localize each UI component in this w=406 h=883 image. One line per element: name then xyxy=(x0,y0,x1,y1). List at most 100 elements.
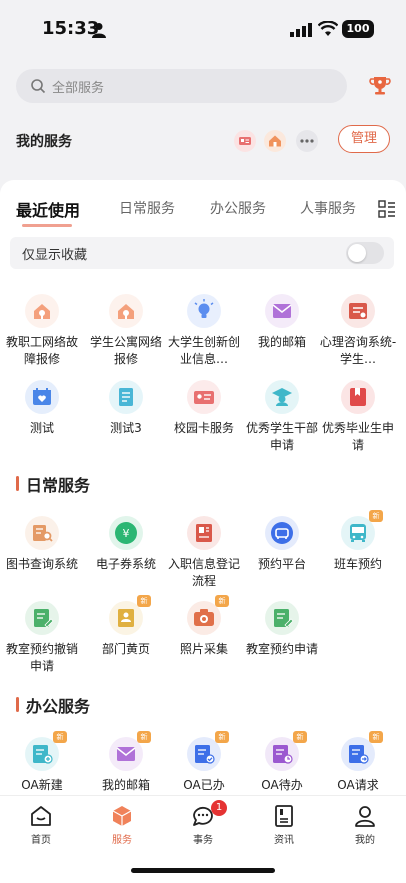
sofa-icon xyxy=(265,516,299,550)
service-item-label: 优秀学生干部申请 xyxy=(245,421,318,452)
service-item-label: 教职工网络故障报修 xyxy=(5,335,78,366)
book-icon xyxy=(341,380,375,414)
search-icon xyxy=(31,79,46,94)
tabbar-home[interactable]: 首页 xyxy=(11,804,71,846)
service-item-label: 图书查询系统 xyxy=(5,557,78,571)
service-item-label: 大学生创新创业信息… xyxy=(167,335,240,366)
trophy-icon[interactable] xyxy=(369,74,391,96)
service-item[interactable]: 我的邮箱 xyxy=(243,294,321,380)
new-badge: 新 xyxy=(369,510,383,522)
house-wrench-icon xyxy=(109,294,143,328)
tabbar-affairs[interactable]: 1 事务 xyxy=(173,800,233,846)
document-icon xyxy=(109,380,143,414)
service-item-label: 学生公寓网络报修 xyxy=(89,335,162,366)
service-item-label: 照片采集 xyxy=(179,642,228,656)
status-time: 15:33 xyxy=(42,18,100,39)
house-shortcut-icon[interactable] xyxy=(264,130,286,152)
service-item-label: 预约平台 xyxy=(257,557,306,571)
wifi-icon xyxy=(318,21,338,36)
graduate-icon xyxy=(265,380,299,414)
top-card: 全部服务 我的服务 管理 xyxy=(0,56,406,168)
service-item[interactable]: 新 OA请求 xyxy=(319,731,397,795)
favorites-filter-label: 仅显示收藏 xyxy=(22,248,88,263)
service-item-label: 测试 xyxy=(29,421,54,435)
search-placeholder: 全部服务 xyxy=(52,81,105,96)
service-item[interactable]: 新 OA新建 xyxy=(3,731,81,795)
house-wrench-icon xyxy=(25,294,59,328)
calendar-heart-icon xyxy=(25,380,59,414)
service-item[interactable]: 新 OA已办 xyxy=(165,731,243,795)
service-item[interactable]: 学生公寓网络报修 xyxy=(87,294,165,380)
service-item-label: 校园卡服务 xyxy=(173,421,234,435)
service-item[interactable]: 测试 xyxy=(3,380,81,466)
tab-recent[interactable]: 最近使用 xyxy=(16,197,80,221)
favorites-toggle[interactable] xyxy=(346,242,384,264)
svg-text:¥: ¥ xyxy=(123,527,130,540)
service-item-label: OA已办 xyxy=(183,778,225,792)
form-edit-icon xyxy=(265,601,299,635)
service-item[interactable]: 教室预约撤销申请 xyxy=(3,601,81,687)
person-icon xyxy=(92,23,106,38)
counseling-icon xyxy=(341,294,375,328)
tabbar-home-label: 首页 xyxy=(31,835,51,846)
manage-button[interactable]: 管理 xyxy=(338,125,390,153)
lightbulb-icon xyxy=(187,294,221,328)
tab-daily[interactable]: 日常服务 xyxy=(119,198,175,218)
coupon-icon: ¥ xyxy=(109,516,143,550)
service-item-label: 部门黄页 xyxy=(101,642,150,656)
service-item-label: 入职信息登记流程 xyxy=(167,557,240,588)
service-item[interactable]: 教职工网络故障报修 xyxy=(3,294,81,380)
service-item[interactable]: 新我的邮箱 xyxy=(87,731,165,795)
service-item[interactable]: 教室预约申请 xyxy=(243,601,321,687)
book-search-icon xyxy=(25,516,59,550)
service-item[interactable]: 新部门黄页 xyxy=(87,595,165,687)
tabbar-news-label: 资讯 xyxy=(274,835,294,846)
service-item-label: 班车预约 xyxy=(333,557,382,571)
service-item[interactable]: ¥ 电子券系统 xyxy=(87,516,165,602)
tab-office[interactable]: 办公服务 xyxy=(210,198,266,218)
service-item-label: 优秀毕业生申请 xyxy=(321,421,394,452)
profile-icon xyxy=(355,806,375,827)
home-indicator xyxy=(131,868,275,873)
service-item-label: 测试3 xyxy=(110,421,142,435)
tabbar-news[interactable]: 资讯 xyxy=(254,804,314,846)
service-item[interactable]: 校园卡服务 xyxy=(165,380,243,466)
form-edit-icon xyxy=(25,601,59,635)
service-item[interactable]: 图书查询系统 xyxy=(3,516,81,602)
mail-icon xyxy=(265,294,299,328)
service-item-label: 电子券系统 xyxy=(95,557,156,571)
service-item[interactable]: 优秀毕业生申请 xyxy=(319,380,397,466)
daily-section-marker xyxy=(16,476,19,491)
tab-hr[interactable]: 人事服务 xyxy=(300,198,356,218)
service-item[interactable]: 预约平台 xyxy=(243,516,321,602)
tabbar-service[interactable]: 服务 xyxy=(92,804,152,846)
service-item-label: OA请求 xyxy=(337,778,379,792)
service-item-label: 我的邮箱 xyxy=(257,335,306,349)
service-content: 最近使用 日常服务 办公服务 人事服务 仅显示收藏 教职工网络故障报修 学生公寓网… xyxy=(0,180,406,795)
daily-section-title: 日常服务 xyxy=(26,476,91,495)
id-card-shortcut-icon[interactable] xyxy=(234,130,256,152)
service-item[interactable]: 新 OA待办 xyxy=(243,731,321,795)
tabbar-profile[interactable]: 我的 xyxy=(335,804,395,846)
service-item-label: 我的邮箱 xyxy=(101,778,150,792)
service-item[interactable]: 新照片采集 xyxy=(165,595,243,687)
search-input[interactable]: 全部服务 xyxy=(16,69,347,103)
service-item[interactable]: 大学生创新创业信息… xyxy=(165,294,243,380)
service-item[interactable]: 入职信息登记流程 xyxy=(165,516,243,602)
new-badge: 新 xyxy=(215,731,229,743)
active-tab-indicator xyxy=(22,224,72,227)
service-item[interactable]: 优秀学生干部申请 xyxy=(243,380,321,466)
service-item[interactable]: 新班车预约 xyxy=(319,510,397,602)
category-list-icon[interactable] xyxy=(378,200,396,218)
home-icon xyxy=(31,806,51,826)
new-badge: 新 xyxy=(137,595,151,607)
battery-icon: 100 xyxy=(342,20,374,38)
tabbar-profile-label: 我的 xyxy=(355,835,375,846)
service-item[interactable]: 测试3 xyxy=(87,380,165,466)
service-item[interactable]: 心理咨询系统-学生… xyxy=(319,294,397,380)
new-badge: 新 xyxy=(293,731,307,743)
office-section-title: 办公服务 xyxy=(26,697,91,716)
more-icon[interactable] xyxy=(296,130,318,152)
news-icon xyxy=(275,805,293,827)
signal-icon xyxy=(290,23,312,37)
